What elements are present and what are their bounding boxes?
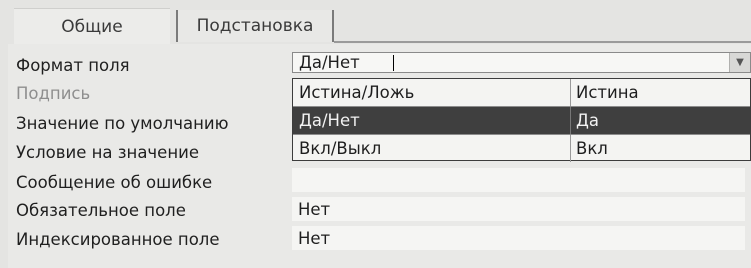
indexed-label: Индексированное поле <box>16 230 220 249</box>
caption-label: Подпись <box>16 84 91 103</box>
tab-strip-border <box>334 41 751 43</box>
option-name: Да/Нет <box>299 111 360 130</box>
property-tabs: Общие Подстановка <box>0 0 751 44</box>
field-format-combo[interactable]: Да/Нет ▼ <box>292 52 751 73</box>
indexed-field[interactable]: Нет <box>292 226 745 250</box>
format-dropdown-list: Истина/Ложь Истина Да/Нет Да Вкл/Выкл Вк… <box>292 78 751 162</box>
dropdown-button[interactable]: ▼ <box>729 53 750 72</box>
option-name: Истина/Ложь <box>299 83 415 102</box>
format-option-true-false[interactable]: Истина/Ложь Истина <box>293 79 750 106</box>
column-divider <box>570 79 571 106</box>
column-divider <box>570 135 571 162</box>
tab-general[interactable]: Общие <box>14 8 170 44</box>
required-field[interactable]: Нет <box>292 197 745 221</box>
option-example: Да <box>576 111 600 130</box>
column-divider <box>570 107 571 134</box>
tab-lookup[interactable]: Подстановка <box>176 10 334 42</box>
option-example: Вкл <box>576 139 608 158</box>
required-label: Обязательное поле <box>16 201 186 220</box>
validation-text-label: Сообщение об ошибке <box>16 173 213 192</box>
format-option-yes-no[interactable]: Да/Нет Да <box>293 107 750 134</box>
chevron-down-icon: ▼ <box>736 56 744 68</box>
field-format-label: Формат поля <box>16 56 130 75</box>
field-format-value[interactable]: Да/Нет <box>299 53 360 72</box>
validation-rule-label: Условие на значение <box>16 143 199 162</box>
validation-text-field[interactable] <box>292 168 745 192</box>
format-option-on-off[interactable]: Вкл/Выкл Вкл <box>293 135 750 162</box>
option-example: Истина <box>576 83 639 102</box>
text-caret <box>393 55 394 71</box>
option-name: Вкл/Выкл <box>299 139 382 158</box>
default-value-label: Значение по умолчанию <box>16 114 229 133</box>
